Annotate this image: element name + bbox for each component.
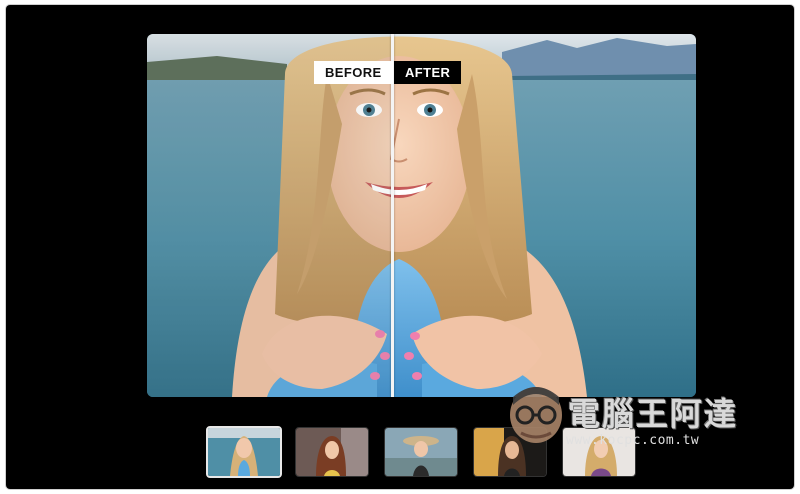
thumbnail-3-image xyxy=(385,428,457,476)
app-window: BEFORE AFTER xyxy=(6,5,794,489)
after-label: AFTER xyxy=(394,61,462,84)
before-after-viewer[interactable]: BEFORE AFTER xyxy=(147,34,696,397)
thumbnail-1-image xyxy=(208,428,280,476)
thumbnail-2-image xyxy=(296,428,368,476)
thumbnail-4[interactable] xyxy=(473,427,547,477)
comparison-divider-handle[interactable] xyxy=(391,34,394,397)
portrait-photo xyxy=(147,34,696,397)
before-label: BEFORE xyxy=(314,61,393,84)
thumbnail-5[interactable] xyxy=(562,427,636,477)
thumbnail-1[interactable] xyxy=(206,426,282,478)
thumbnail-strip xyxy=(206,426,646,478)
thumbnail-4-image xyxy=(474,428,546,476)
thumbnail-5-image xyxy=(563,428,635,476)
thumbnail-2[interactable] xyxy=(295,427,369,477)
thumbnail-3[interactable] xyxy=(384,427,458,477)
